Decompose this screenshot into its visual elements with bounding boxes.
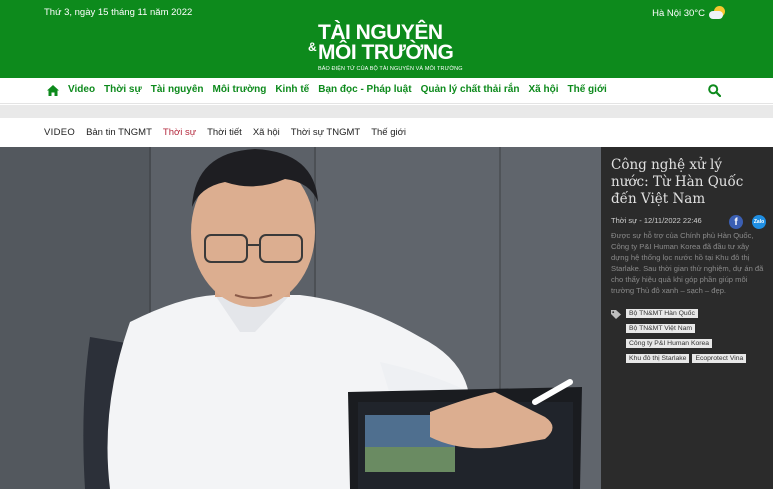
tag-item[interactable]: Ecoprotect Vina <box>692 354 747 363</box>
article-info-panel: Công nghệ xử lý nước: Từ Hàn Quốc đến Vi… <box>601 147 773 489</box>
home-icon[interactable] <box>47 85 59 96</box>
weather-widget: Hà Nội 30°C <box>652 6 727 20</box>
logo-ampersand: & <box>308 40 317 54</box>
logo-title-line2: MÔI TRƯỜNG <box>318 41 454 64</box>
tags-icon <box>611 310 621 319</box>
site-logo[interactable]: TÀI NGUYÊN & MÔI TRƯỜNG BÁO ĐIỆN TỬ CỦA … <box>308 22 470 74</box>
video-frame-image <box>0 147 601 489</box>
subnav-xa-hoi[interactable]: Xã hội <box>253 127 280 138</box>
facebook-share-icon[interactable]: f <box>729 215 743 229</box>
nav-item-xa-hoi[interactable]: Xã hội <box>528 84 558 95</box>
nav-item-quan-ly-chat-thai-ran[interactable]: Quản lý chất thải rắn <box>421 84 520 95</box>
tag-item[interactable]: Công ty P&I Human Korea <box>626 339 713 348</box>
main-navigation: Video Thời sự Tài nguyên Môi trường Kinh… <box>0 78 773 104</box>
tag-item[interactable]: Bộ TN&MT Hàn Quốc <box>626 309 698 318</box>
nav-item-video[interactable]: Video <box>68 84 95 95</box>
site-header: Thứ 3, ngày 15 tháng 11 năm 2022 Hà Nội … <box>0 0 773 78</box>
weather-text: Hà Nội 30°C <box>652 7 705 19</box>
nav-item-the-gioi[interactable]: Thế giới <box>568 84 607 95</box>
video-player[interactable] <box>0 147 601 489</box>
nav-item-tai-nguyen[interactable]: Tài nguyên <box>151 84 204 95</box>
tag-item[interactable]: Khu đô thị Starlake <box>626 354 690 363</box>
nav-item-kinh-te[interactable]: Kinh tế <box>275 84 309 95</box>
tag-item[interactable]: Bộ TN&MT Việt Nam <box>626 324 696 333</box>
subnav-ban-tin-tngmt[interactable]: Bản tin TNGMT <box>86 127 152 138</box>
article-description: Được sự hỗ trợ của Chính phủ Hàn Quốc, C… <box>611 231 764 295</box>
subnav-video-home[interactable]: VIDEO <box>44 127 75 138</box>
subnav-thoi-su-tngmt[interactable]: Thời sự TNGMT <box>291 127 360 138</box>
article-meta: Thời sự - 12/11/2022 22:46 <box>611 216 702 225</box>
subnav-the-gioi[interactable]: Thế giới <box>371 127 406 138</box>
article-title[interactable]: Công nghệ xử lý nước: Từ Hàn Quốc đến Vi… <box>611 157 761 208</box>
nav-item-moi-truong[interactable]: Môi trường <box>213 84 267 95</box>
nav-item-thoi-su[interactable]: Thời sự <box>104 84 142 95</box>
search-icon[interactable] <box>708 84 721 97</box>
nav-item-ban-doc-phap-luat[interactable]: Bạn đọc - Pháp luật <box>318 84 411 95</box>
zalo-share-icon[interactable]: Zalo <box>752 215 766 229</box>
subnav-thoi-tiet[interactable]: Thời tiết <box>207 127 242 138</box>
current-date: Thứ 3, ngày 15 tháng 11 năm 2022 <box>44 7 193 18</box>
video-sub-navigation: VIDEO Bản tin TNGMT Thời sự Thời tiết Xã… <box>0 118 773 147</box>
tag-list: Bộ TN&MT Hàn Quốc Bộ TN&MT Việt Nam Công… <box>626 309 766 363</box>
section-divider <box>0 105 773 118</box>
partly-cloudy-icon <box>709 6 727 20</box>
logo-subtitle: BÁO ĐIỆN TỬ CỦA BỘ TÀI NGUYÊN VÀ MÔI TRƯ… <box>318 66 463 72</box>
subnav-thoi-su[interactable]: Thời sự <box>163 127 196 138</box>
